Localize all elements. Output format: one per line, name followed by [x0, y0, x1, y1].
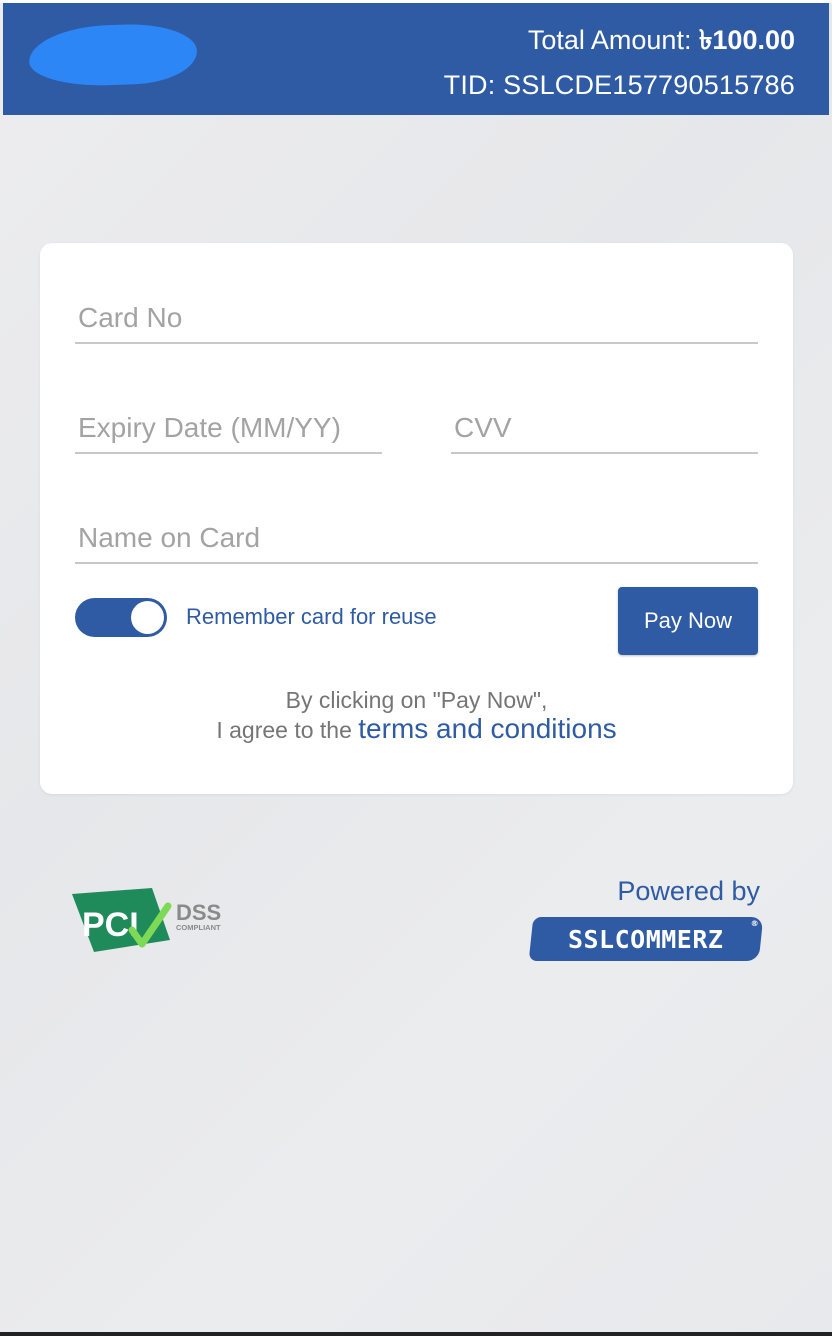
- card-number-input[interactable]: [75, 294, 758, 342]
- cvv-input[interactable]: [451, 404, 758, 452]
- name-on-card-input[interactable]: [75, 514, 758, 562]
- bottom-frame-edge: [0, 1332, 832, 1336]
- expiry-field-wrap: [75, 404, 382, 454]
- agreement-text-line1: By clicking on "Pay Now",: [285, 687, 548, 713]
- powered-by-label: Powered by: [617, 876, 760, 906]
- toggle-knob: [131, 601, 164, 634]
- expiry-date-input[interactable]: [75, 404, 382, 452]
- total-amount-label: Total Amount:: [527, 25, 699, 55]
- card-payment-form: Remember card for reuse Pay Now By click…: [40, 243, 793, 794]
- total-amount-value: ৳100.00: [698, 25, 795, 55]
- pci-text: PCI: [82, 906, 139, 944]
- pci-compliant-text: COMPLIANT: [176, 923, 221, 932]
- total-amount: Total Amount: ৳100.00: [528, 20, 795, 65]
- pay-now-button[interactable]: Pay Now: [618, 587, 758, 655]
- remember-card-label: Remember card for reuse: [186, 604, 437, 629]
- cvv-field-wrap: [451, 404, 758, 454]
- card-number-field-wrap: [75, 294, 758, 344]
- sslcommerz-brand-text: sslcommerz: [568, 924, 724, 954]
- pci-dss-compliant-logo: PCI DSS COMPLIANT: [70, 888, 240, 958]
- agreement-prefix: I agree to the: [216, 717, 359, 743]
- pci-dss-text: DSS: [176, 900, 221, 925]
- pci-logo-graphic: PCI DSS COMPLIANT: [72, 888, 221, 952]
- sslcommerz-logo: sslcommerz ®: [528, 917, 764, 961]
- registered-mark-icon: ®: [750, 919, 759, 928]
- terms-and-conditions-link[interactable]: terms and conditions: [358, 713, 616, 744]
- transaction-id: TID: SSLCDE157790515786: [443, 70, 795, 100]
- remember-card-toggle[interactable]: [75, 598, 167, 637]
- payment-header: Total Amount: ৳100.00 TID: SSLCDE1577905…: [3, 3, 829, 115]
- redacted-merchant-logo: [28, 22, 198, 88]
- agreement-text-line2: I agree to the terms and conditions: [40, 713, 793, 745]
- name-field-wrap: [75, 514, 758, 564]
